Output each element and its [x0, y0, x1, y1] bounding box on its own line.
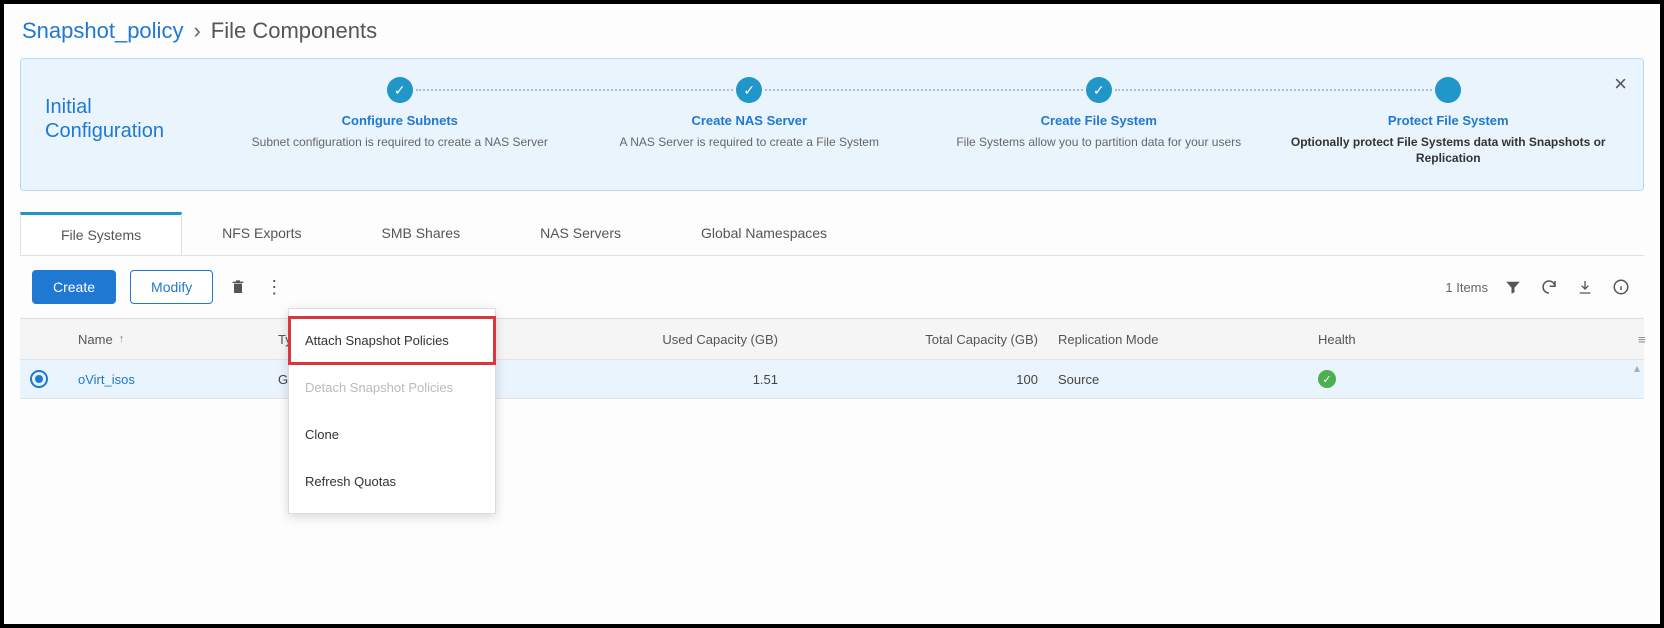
delete-icon[interactable] — [227, 276, 249, 298]
menu-refresh-quotas[interactable]: Refresh Quotas — [289, 458, 495, 505]
cell-health: ✓ — [1308, 370, 1508, 388]
col-used-capacity[interactable]: Used Capacity (GB) — [528, 332, 788, 347]
check-icon: ✓ — [736, 77, 762, 103]
step-title: Configure Subnets — [237, 113, 563, 128]
row-select-radio[interactable] — [30, 370, 48, 388]
check-icon: ✓ — [387, 77, 413, 103]
step-title: Create NAS Server — [587, 113, 913, 128]
table-header: Name↑ Type Used Capacity (GB) Total Capa… — [20, 319, 1644, 359]
create-button[interactable]: Create — [32, 270, 116, 304]
tabs: File Systems NFS Exports SMB Shares NAS … — [20, 213, 1644, 256]
chevron-right-icon: › — [193, 18, 200, 44]
step-desc: Subnet configuration is required to crea… — [237, 134, 563, 150]
step-desc: Optionally protect File Systems data wit… — [1286, 134, 1612, 166]
tab-nfs-exports[interactable]: NFS Exports — [182, 213, 341, 255]
step-create-nas-server[interactable]: ✓ Create NAS Server A NAS Server is requ… — [575, 77, 925, 150]
step-title: Protect File System — [1286, 113, 1612, 128]
more-actions-menu: Attach Snapshot Policies Detach Snapshot… — [288, 308, 496, 514]
toolbar: Create Modify ⋮ 1 Items Attach Snapshot … — [20, 256, 1644, 318]
step-title: Create File System — [936, 113, 1262, 128]
step-desc: File Systems allow you to partition data… — [936, 134, 1262, 150]
cell-replication-mode: Source — [1048, 372, 1308, 387]
scroll-up-icon[interactable]: ▴ — [1634, 361, 1640, 375]
breadcrumb-current: File Components — [211, 18, 377, 44]
menu-clone[interactable]: Clone — [289, 411, 495, 458]
initial-config-banner: Initial Configuration ✓ Configure Subnet… — [20, 58, 1644, 191]
config-steps: ✓ Configure Subnets Subnet configuration… — [225, 77, 1623, 166]
sort-asc-icon: ↑ — [119, 333, 125, 345]
col-health[interactable]: Health — [1308, 332, 1508, 347]
step-create-file-system[interactable]: ✓ Create File System File Systems allow … — [924, 77, 1274, 150]
refresh-icon[interactable] — [1538, 276, 1560, 298]
check-icon: ✓ — [1086, 77, 1112, 103]
col-total-capacity[interactable]: Total Capacity (GB) — [788, 332, 1048, 347]
col-replication-mode[interactable]: Replication Mode — [1048, 332, 1308, 347]
banner-title: Initial Configuration — [45, 77, 215, 143]
menu-attach-snapshot-policies[interactable]: Attach Snapshot Policies — [288, 316, 496, 365]
shield-icon — [1435, 77, 1461, 103]
cell-used-capacity: 1.51 — [528, 372, 788, 387]
menu-detach-snapshot-policies: Detach Snapshot Policies — [289, 364, 495, 411]
column-settings-icon[interactable]: ≡ — [1628, 332, 1658, 347]
tab-global-namespaces[interactable]: Global Namespaces — [661, 213, 867, 255]
close-icon[interactable]: × — [1614, 73, 1627, 95]
filter-icon[interactable] — [1502, 276, 1524, 298]
col-name[interactable]: Name↑ — [68, 332, 268, 347]
file-systems-table: Name↑ Type Used Capacity (GB) Total Capa… — [20, 318, 1644, 579]
tab-nas-servers[interactable]: NAS Servers — [500, 213, 661, 255]
item-count: 1 Items — [1445, 280, 1488, 295]
breadcrumb-root[interactable]: Snapshot_policy — [22, 18, 183, 44]
cell-total-capacity: 100 — [788, 372, 1048, 387]
tab-smb-shares[interactable]: SMB Shares — [341, 213, 500, 255]
more-actions-icon[interactable]: ⋮ — [263, 276, 285, 298]
cell-name[interactable]: oVirt_isos — [68, 372, 268, 387]
tab-file-systems[interactable]: File Systems — [20, 212, 182, 255]
health-ok-icon: ✓ — [1318, 370, 1336, 388]
export-icon[interactable] — [1574, 276, 1596, 298]
breadcrumb: Snapshot_policy › File Components — [22, 18, 1644, 44]
info-icon[interactable] — [1610, 276, 1632, 298]
modify-button[interactable]: Modify — [130, 270, 213, 304]
step-desc: A NAS Server is required to create a Fil… — [587, 134, 913, 150]
table-row[interactable]: oVirt_isos General 1.51 100 Source ✓ — [20, 359, 1644, 399]
step-configure-subnets[interactable]: ✓ Configure Subnets Subnet configuration… — [225, 77, 575, 150]
